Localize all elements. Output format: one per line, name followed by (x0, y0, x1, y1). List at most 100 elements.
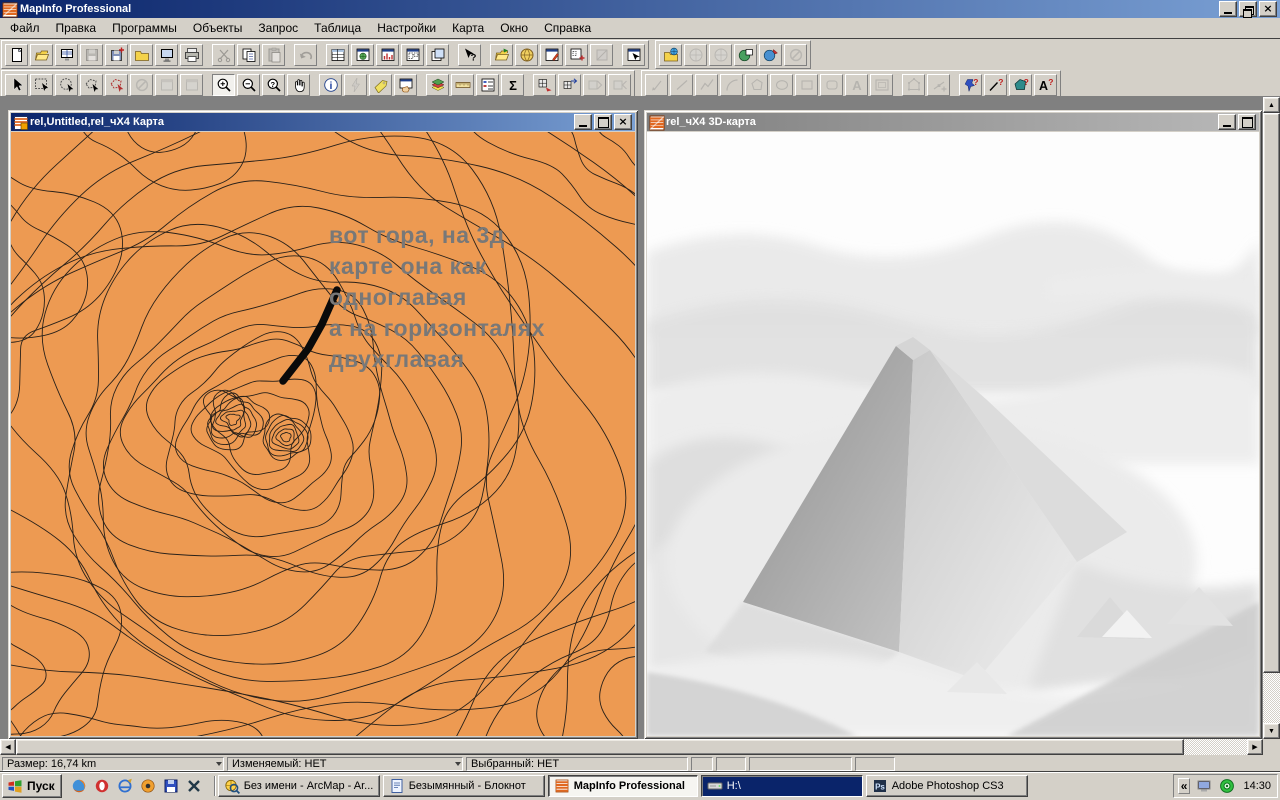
ruler-icon (455, 77, 471, 93)
map-window-titlebar[interactable]: rel,Untitled,rel_чХ4 Карта × (11, 113, 635, 131)
app-titlebar[interactable]: MapInfo Professional × (0, 0, 1280, 18)
horizontal-scroll-thumb[interactable] (16, 739, 1184, 755)
copy-button[interactable] (237, 44, 260, 66)
network-monitor-tray-icon[interactable] (1195, 777, 1213, 795)
status-dropdown-icon[interactable] (455, 762, 461, 766)
close-button[interactable]: × (1259, 1, 1277, 17)
taskbar-task-0[interactable]: Без имени - ArcMap - Ar... (218, 775, 380, 797)
taskbar-task-4[interactable]: PsAdobe Photoshop CS3 (866, 775, 1028, 797)
quick-launch-media-player-icon[interactable] (139, 777, 157, 795)
globeGray-icon (688, 47, 704, 63)
help-pointer-button[interactable]: ? (458, 44, 481, 66)
legend-button[interactable] (476, 74, 499, 96)
menu-item-help[interactable]: Справка (536, 19, 599, 38)
contour-map-canvas[interactable]: вот гора, на 3дкарте она какодноглаваяа … (11, 132, 635, 736)
new-browser-button[interactable] (326, 44, 349, 66)
web-window-button[interactable] (734, 44, 757, 66)
menu-item-table[interactable]: Таблица (306, 19, 369, 38)
layout-tool-button[interactable] (565, 44, 588, 66)
vertical-scroll-thumb[interactable] (1263, 113, 1280, 673)
mdi-horizontal-scrollbar[interactable]: ◀ ▶ (0, 739, 1263, 755)
new-layout-button[interactable] (401, 44, 424, 66)
statistics-button[interactable]: Σ (501, 74, 524, 96)
map-maximize-button[interactable] (594, 114, 612, 130)
minimize-button[interactable] (1219, 1, 1237, 17)
scroll-down-button[interactable]: ▼ (1263, 723, 1280, 739)
new-redistrict-button[interactable] (426, 44, 449, 66)
open-table-button[interactable] (30, 44, 53, 66)
new-mapper-button[interactable] (351, 44, 374, 66)
taskbar-clock[interactable]: 14:30 (1241, 780, 1271, 792)
tools-window-button[interactable] (622, 44, 645, 66)
tray-expand-button[interactable]: « (1178, 778, 1191, 794)
line-style-button[interactable]: ? (984, 74, 1007, 96)
status-dropdown-icon[interactable] (216, 762, 222, 766)
assign-district-button[interactable] (558, 74, 581, 96)
mapbasic-globe-button[interactable] (515, 44, 538, 66)
menu-item-objects[interactable]: Объекты (185, 19, 251, 38)
new-grapher-button[interactable] (376, 44, 399, 66)
menu-item-edit[interactable]: Правка (48, 19, 105, 38)
menu-item-options[interactable]: Настройки (369, 19, 444, 38)
drag-map-button[interactable] (394, 74, 417, 96)
select-button[interactable] (5, 74, 28, 96)
region-style-button[interactable]: ? (1009, 74, 1032, 96)
antivirus-tray-icon[interactable] (1218, 777, 1236, 795)
marquee-select-button[interactable] (30, 74, 53, 96)
ruler-button[interactable] (451, 74, 474, 96)
scroll-right-button[interactable]: ▶ (1247, 739, 1263, 755)
map3d-minimize-button[interactable] (1218, 114, 1236, 130)
open-odbc-button[interactable] (490, 44, 513, 66)
boundary-select-button[interactable] (105, 74, 128, 96)
quick-launch-floppy-tool-icon[interactable] (162, 777, 180, 795)
text-style-button[interactable]: A? (1034, 74, 1057, 96)
new-table-button[interactable] (5, 44, 28, 66)
status-panel-1[interactable]: Изменяемый: НЕТ (227, 757, 463, 771)
map-window[interactable]: rel,Untitled,rel_чХ4 Карта × вот гора, н… (8, 110, 638, 739)
map-close-button[interactable]: × (614, 114, 632, 130)
menu-item-file[interactable]: Файл (2, 19, 48, 38)
status-panel-0[interactable]: Размер: 16,74 km (2, 757, 224, 771)
scroll-left-button[interactable]: ◀ (0, 739, 16, 755)
taskbar-task-3[interactable]: H:\ (701, 775, 863, 797)
change-view-button[interactable]: ? (262, 74, 285, 96)
start-button[interactable]: Пуск (2, 774, 62, 798)
web-search-button[interactable] (759, 44, 782, 66)
new-report-button[interactable] (155, 44, 178, 66)
menu-item-map[interactable]: Карта (444, 19, 492, 38)
menu-item-programs[interactable]: Программы (104, 19, 185, 38)
pan-button[interactable] (287, 74, 310, 96)
open-workspace-button[interactable] (130, 44, 153, 66)
hotlink-edit-button[interactable] (540, 44, 563, 66)
symbol-style-button[interactable]: ? (959, 74, 982, 96)
zoom-out-button[interactable] (237, 74, 260, 96)
taskbar-task-1[interactable]: Безымянный - Блокнот (383, 775, 545, 797)
open-dbms-button[interactable] (55, 44, 78, 66)
polygon-select-button[interactable] (80, 74, 103, 96)
menu-item-window[interactable]: Окно (492, 19, 536, 38)
layer-control-button[interactable] (426, 74, 449, 96)
quick-launch-firefox-icon[interactable] (70, 777, 88, 795)
quick-launch-opera-icon[interactable] (93, 777, 111, 795)
print-button[interactable] (180, 44, 203, 66)
zoom-in-button[interactable] (212, 74, 235, 96)
polygonTool-icon (749, 77, 765, 93)
map3d-window-titlebar[interactable]: rel_чХ4 3D-карта (647, 113, 1259, 131)
terrain-3d-view[interactable] (647, 132, 1259, 736)
mdi-vertical-scrollbar[interactable]: ▲ ▼ (1263, 97, 1280, 739)
restore-button[interactable] (1239, 1, 1257, 17)
label-button[interactable] (369, 74, 392, 96)
set-target-district-button[interactable] (533, 74, 556, 96)
map3d-window[interactable]: rel_чХ4 3D-карта (644, 110, 1262, 739)
map-minimize-button[interactable] (574, 114, 592, 130)
scroll-up-button[interactable]: ▲ (1263, 97, 1280, 113)
info-button[interactable]: i (319, 74, 342, 96)
menu-item-query[interactable]: Запрос (250, 19, 306, 38)
quick-launch-ie-icon[interactable] (116, 777, 134, 795)
map3d-maximize-button[interactable] (1238, 114, 1256, 130)
taskbar-task-2[interactable]: MapInfo Professional (548, 775, 698, 797)
quick-launch-close-tool-icon[interactable] (185, 777, 203, 795)
save-workspace-button[interactable] (105, 44, 128, 66)
web-open-button[interactable] (659, 44, 682, 66)
radius-select-button[interactable] (55, 74, 78, 96)
